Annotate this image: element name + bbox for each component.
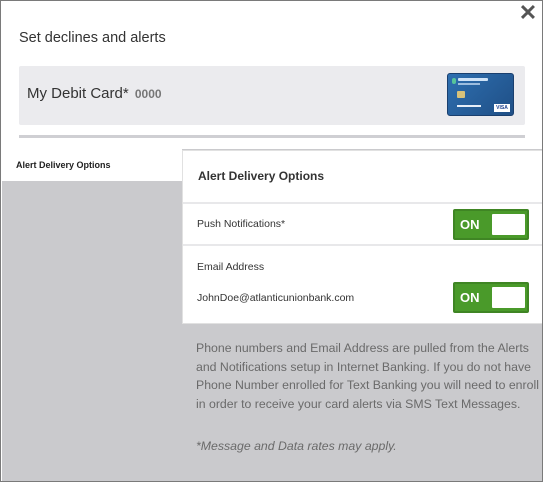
- alerts-modal: ✕ Set declines and alerts My Debit Card*…: [0, 0, 543, 482]
- bank-logo-icon: [452, 78, 456, 84]
- push-notifications-label: Push Notifications*: [197, 218, 286, 230]
- card-name-row: My Debit Card* 0000: [27, 85, 162, 102]
- tab-alert-delivery-options[interactable]: Alert Delivery Options: [2, 149, 182, 181]
- toggle-knob: [492, 214, 525, 235]
- rates-note: *Message and Data rates may apply.: [196, 439, 397, 453]
- toggle-state-label: ON: [460, 217, 480, 232]
- card-chip-icon: [457, 91, 465, 98]
- info-text: Phone numbers and Email Address are pull…: [196, 341, 539, 411]
- email-address-value: JohnDoe@atlanticunionbank.com: [197, 292, 355, 304]
- divider: [183, 202, 542, 204]
- card-number: 0000: [134, 87, 162, 101]
- alert-delivery-panel: Alert Delivery Options Push Notification…: [182, 150, 542, 324]
- toggle-state-label: ON: [460, 290, 480, 305]
- email-address-label: Email Address: [197, 261, 265, 273]
- panel-title: Alert Delivery Options: [198, 169, 325, 183]
- bank-name-mark: [458, 78, 488, 81]
- email-alerts-toggle[interactable]: ON: [453, 282, 529, 313]
- debit-card-image: VISA: [447, 73, 514, 116]
- card-summary: My Debit Card* 0000 VISA: [19, 66, 525, 125]
- visa-logo-icon: VISA: [494, 104, 510, 112]
- close-icon[interactable]: ✕: [518, 2, 538, 24]
- card-holder-mark: [457, 105, 481, 107]
- bank-name-mark-2: [458, 83, 480, 85]
- toggle-knob: [492, 287, 525, 308]
- card-name: My Debit Card*: [27, 85, 129, 102]
- modal-title: Set declines and alerts: [19, 30, 166, 46]
- push-notifications-toggle[interactable]: ON: [453, 209, 529, 240]
- divider: [19, 135, 525, 138]
- divider: [183, 244, 542, 246]
